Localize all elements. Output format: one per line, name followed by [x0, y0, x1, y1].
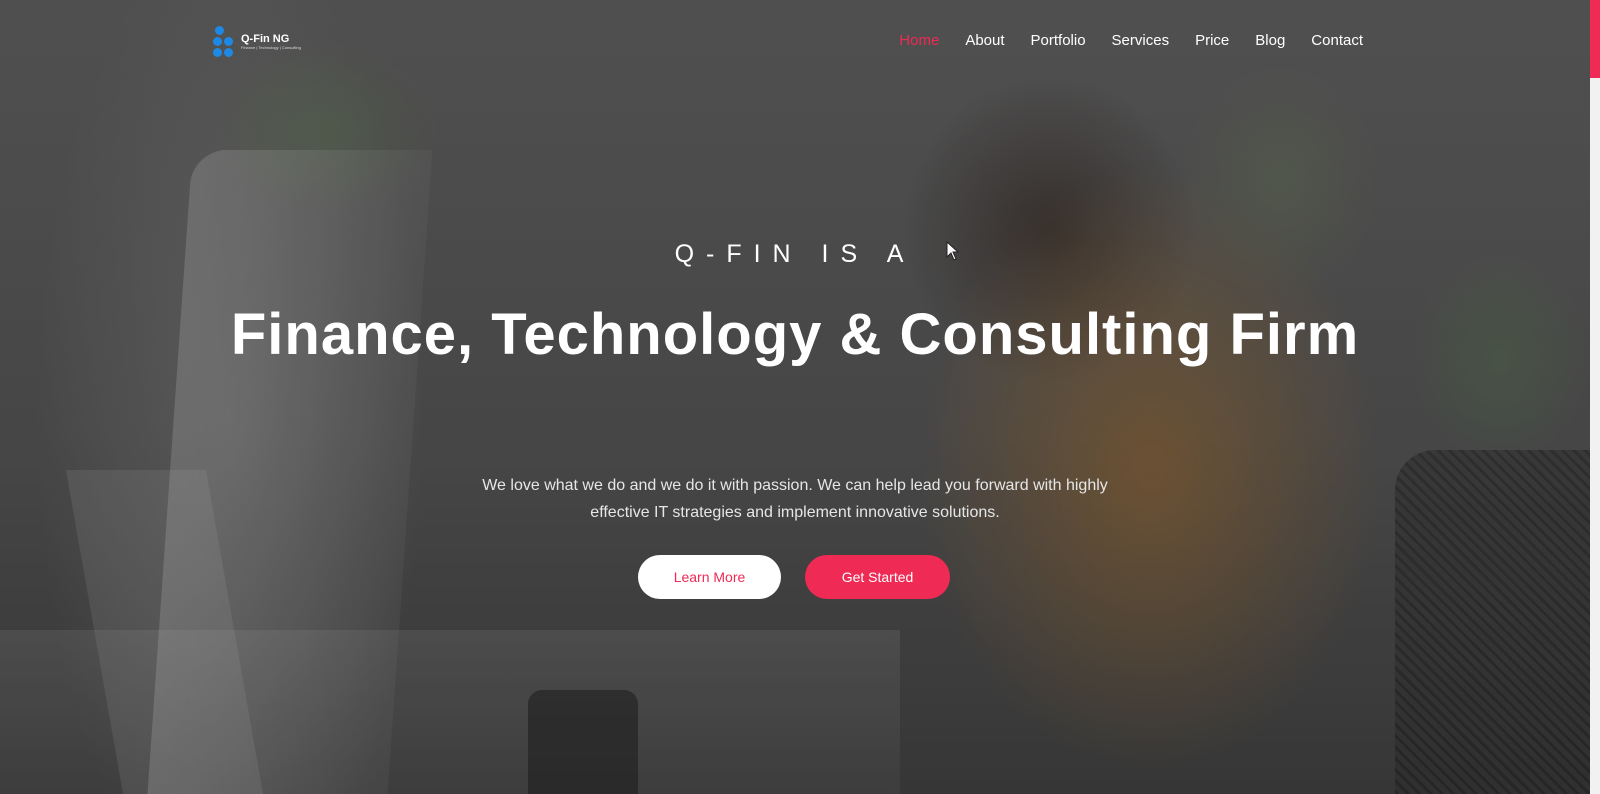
scrollbar-track[interactable] [1590, 0, 1600, 794]
hero-headline: Finance, Technology & Consulting Firm [230, 302, 1360, 367]
hero-section: Q-FIN IS A Finance, Technology & Consult… [0, 0, 1590, 794]
hero-subtitle: We love what we do and we do it with pas… [482, 477, 1108, 521]
hero-eyebrow: Q-FIN IS A [674, 240, 916, 268]
mouse-cursor-icon [946, 241, 960, 261]
get-started-button[interactable]: Get Started [805, 555, 950, 599]
scrollbar-thumb[interactable] [1590, 0, 1600, 78]
learn-more-button[interactable]: Learn More [638, 555, 781, 599]
